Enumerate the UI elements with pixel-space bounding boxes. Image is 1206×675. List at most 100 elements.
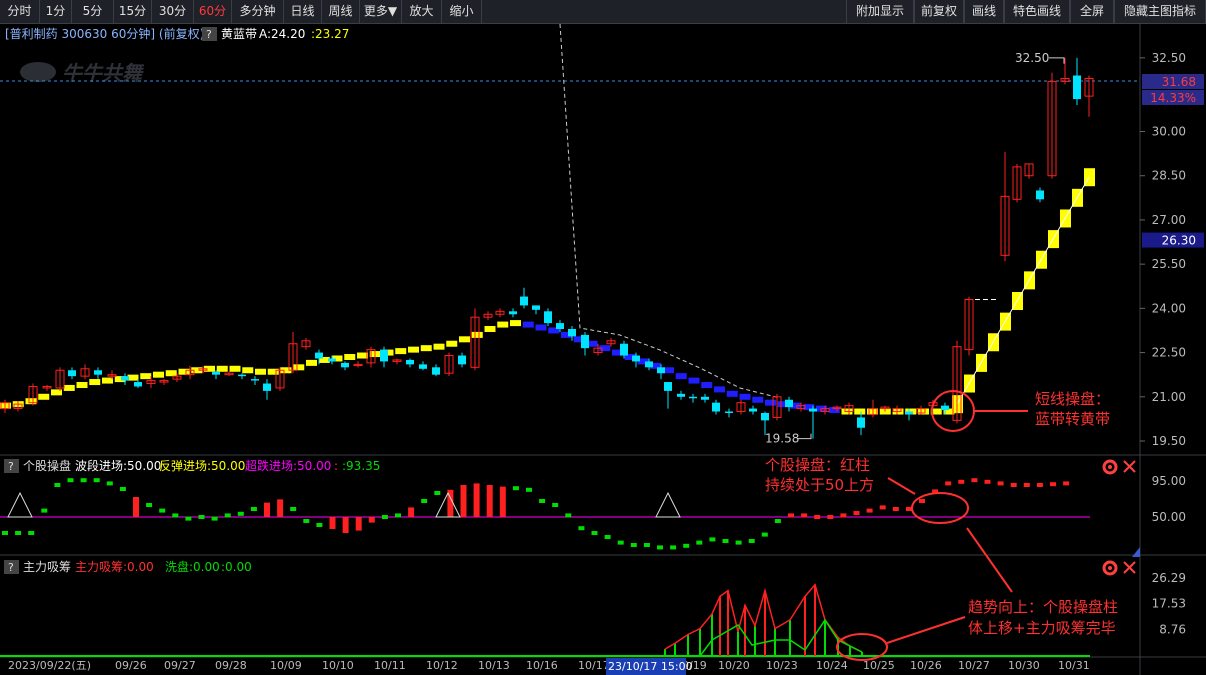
- candle-body-down: [68, 370, 76, 377]
- sub1-point: [945, 481, 952, 486]
- sub1-bar-red: [368, 517, 375, 523]
- period-button[interactable]: 放大: [402, 0, 442, 23]
- band-block: [854, 408, 866, 415]
- toolbar-option-button[interactable]: 全屏: [1070, 0, 1114, 23]
- sub1-point: [421, 499, 428, 503]
- price-tick-label: 22.50: [1152, 346, 1186, 360]
- price-tick-label: 32.50: [1152, 51, 1186, 65]
- period-button[interactable]: 60分: [194, 0, 232, 23]
- sub1-point: [709, 537, 716, 542]
- sub1-point: [526, 487, 532, 492]
- date-label: 10/10: [322, 659, 354, 672]
- sub1-point: [250, 507, 257, 511]
- sub1-point: [185, 516, 192, 521]
- band-block: [306, 359, 317, 366]
- band-block: [408, 346, 419, 353]
- sub1-param-rebound: 反弹进场:50.00: [159, 459, 245, 473]
- sub1-point: [578, 526, 585, 531]
- toolbar-option-button[interactable]: 隐藏主图指标: [1114, 0, 1206, 23]
- sub1-point: [879, 505, 886, 510]
- sub1-point: [657, 545, 663, 550]
- sub2-param-absorb: 主力吸筹:0.00: [75, 560, 154, 574]
- period-button[interactable]: 5分: [72, 0, 114, 23]
- sub1-point: [1023, 483, 1030, 487]
- sub1-point: [15, 531, 22, 535]
- toolbar-option-button[interactable]: 前复权: [914, 0, 964, 23]
- candle-body-down: [315, 352, 323, 359]
- band-block: [38, 393, 50, 400]
- band-block: [471, 331, 483, 338]
- kline-chart[interactable]: [普利制药 300630 60分钟] (前复权) ? 黄蓝带 A:24.20 :…: [0, 24, 1206, 675]
- date-label: 10/26: [910, 659, 942, 672]
- sub1-point: [840, 513, 847, 518]
- date-label: 10/11: [374, 659, 406, 672]
- band-block: [688, 377, 700, 384]
- band-block: [510, 320, 521, 327]
- candle-body-down: [251, 379, 259, 381]
- candle-body-down: [712, 402, 720, 412]
- period-button[interactable]: 缩小: [442, 0, 482, 23]
- note1-text-line1: 短线操盘：: [1035, 390, 1110, 408]
- candle-body-down: [341, 362, 349, 368]
- band-block: [828, 407, 840, 414]
- sub1-point: [119, 487, 126, 491]
- sub1-point: [316, 523, 323, 527]
- sub1-point: [106, 481, 113, 486]
- watermark-bull-icon: [20, 62, 56, 82]
- toolbar-option-button[interactable]: 特色画线: [1004, 0, 1070, 23]
- band-block: [522, 321, 534, 328]
- candle-body-down: [380, 349, 388, 362]
- sub1-param-oversold: 超跌进场:50.00: [245, 458, 331, 473]
- price-tick-label: 28.50: [1152, 169, 1186, 183]
- period-button[interactable]: 多分钟: [232, 0, 284, 23]
- sub1-point: [866, 508, 873, 513]
- date-label: 10/27: [958, 659, 990, 672]
- candle-body-down: [857, 417, 865, 428]
- sub1-point: [54, 483, 61, 487]
- candle-body-down: [905, 411, 913, 415]
- band-value-label: 26.30: [1162, 234, 1196, 248]
- sub1-point: [80, 478, 87, 483]
- candle-body-down: [406, 359, 414, 365]
- sub1-point: [2, 531, 8, 535]
- band-block: [229, 365, 241, 372]
- sub1-param-wave: 波段进场:50.00: [75, 458, 161, 473]
- band-block: [267, 368, 279, 375]
- sub1-bar-red: [486, 485, 493, 517]
- sub1-point: [827, 515, 834, 519]
- sub1-point: [696, 540, 703, 545]
- band-block: [433, 343, 445, 350]
- period-button[interactable]: 1分: [40, 0, 72, 23]
- sub2-tick-label: 8.76: [1159, 622, 1186, 636]
- date-label: 10/30: [1008, 659, 1040, 672]
- sub1-point: [761, 532, 768, 537]
- sub1-point: [224, 513, 231, 518]
- period-button[interactable]: 30分: [152, 0, 194, 23]
- sub1-help-label: ?: [8, 460, 14, 473]
- sub1-point: [984, 479, 991, 484]
- date-label: 10/17: [578, 659, 610, 672]
- period-button[interactable]: 日线: [284, 0, 322, 23]
- price-tick-label: 30.00: [1152, 125, 1186, 139]
- note3-text-line2: 体上移+主力吸筹完毕: [968, 619, 1116, 637]
- sub1-point: [303, 519, 310, 523]
- toolbar-option-button[interactable]: 画线: [964, 0, 1004, 23]
- period-button[interactable]: 更多▼: [360, 0, 402, 23]
- sub1-point: [93, 478, 100, 483]
- period-button[interactable]: 周线: [322, 0, 360, 23]
- band-block: [395, 348, 407, 355]
- sub1-point: [237, 511, 244, 516]
- band-block: [765, 399, 776, 406]
- period-button[interactable]: 15分: [114, 0, 152, 23]
- sub1-point: [919, 499, 925, 503]
- sub1-bar-red: [460, 485, 467, 517]
- toolbar-option-button[interactable]: 附加显示: [846, 0, 914, 23]
- candle-body-down: [677, 393, 685, 397]
- sub2-indicator-name: 主力吸筹: [23, 560, 71, 574]
- sub1-point: [67, 478, 74, 483]
- period-button[interactable]: 分时: [0, 0, 40, 23]
- sub1-point: [290, 507, 297, 511]
- candle-body-down: [520, 296, 528, 306]
- band-block: [178, 368, 190, 375]
- date-label: 10/20: [718, 659, 750, 672]
